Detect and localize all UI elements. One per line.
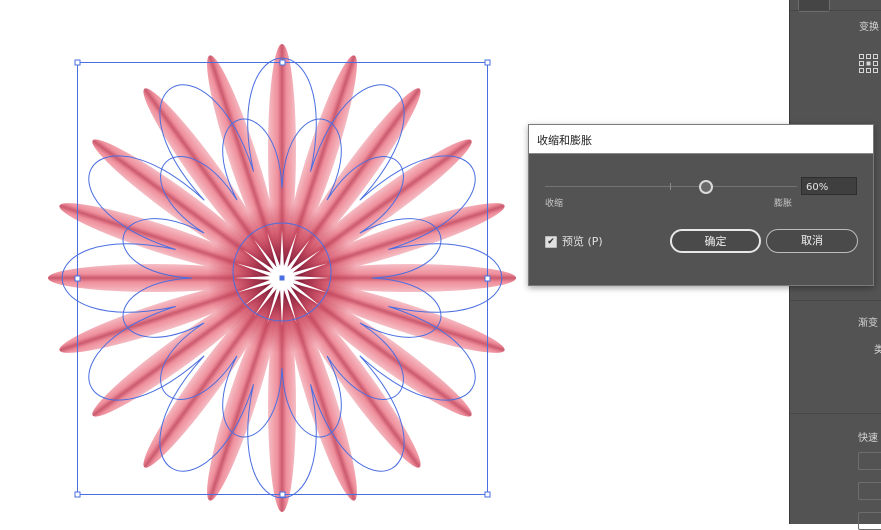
quick-actions-title: 快速 [858, 433, 878, 444]
bounding-box-handle[interactable] [74, 491, 81, 498]
dialog-title: 收缩和膨胀 [537, 134, 592, 147]
bounding-box-handle[interactable] [484, 491, 491, 498]
gradient-section-title: 渐变 [858, 318, 878, 329]
transform-section-title: 变换 [859, 22, 879, 33]
bounding-box-handle[interactable] [484, 59, 491, 66]
bloat-label: 膨胀 [774, 199, 793, 209]
bounding-box-handle[interactable] [74, 59, 81, 66]
bounding-box-handle[interactable] [484, 275, 491, 282]
cancel-button[interactable]: 取消 [766, 229, 858, 253]
gradient-type-label: 类 [874, 345, 881, 356]
pucker-label: 收缩 [545, 199, 564, 209]
bounding-box-handle[interactable] [74, 275, 81, 282]
amount-input[interactable] [801, 177, 857, 195]
panel-divider [790, 413, 881, 414]
ok-button[interactable]: 确定 [670, 229, 761, 253]
center-point-handle[interactable] [279, 275, 285, 281]
checkbox-check-icon: ✔ [547, 237, 555, 247]
preview-label[interactable]: 预览 (P) [562, 233, 603, 249]
panel-divider [790, 300, 881, 301]
preview-text: 预览 [562, 235, 584, 248]
slider-thumb-icon[interactable] [699, 180, 713, 194]
reference-point-icon[interactable] [858, 53, 878, 73]
quick-action-button[interactable] [858, 512, 881, 530]
amount-slider-track[interactable] [545, 186, 797, 187]
bounding-box-handle[interactable] [279, 59, 286, 66]
panel-divider [790, 10, 881, 11]
preview-checkbox[interactable]: ✔ [545, 236, 557, 248]
dialog-titlebar[interactable]: 收缩和膨胀 [529, 125, 873, 154]
quick-action-button[interactable] [858, 452, 881, 470]
bounding-box-handle[interactable] [279, 491, 286, 498]
quick-action-button[interactable] [858, 482, 881, 500]
pucker-bloat-dialog: 收缩和膨胀 收缩 膨胀 ✔ 预览 (P) 确定 取消 [528, 124, 874, 286]
preview-shortcut: (P) [587, 235, 603, 248]
slider-center-tick [670, 183, 671, 190]
